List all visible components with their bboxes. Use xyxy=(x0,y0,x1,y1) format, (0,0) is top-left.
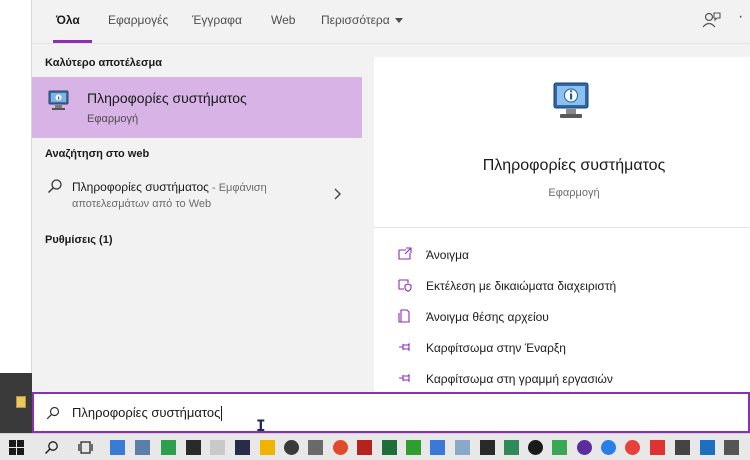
action-run-as-admin-label: Εκτέλεση με δικαιώματα διαχειριστή xyxy=(426,279,617,293)
active-tab-indicator xyxy=(53,40,92,43)
settings-header[interactable]: Ρυθμίσεις (1) xyxy=(45,234,113,246)
tab-more-label: Περισσότερα xyxy=(321,13,390,27)
taskbar-app-icon[interactable] xyxy=(406,440,421,455)
tab-all[interactable]: Όλα xyxy=(56,13,80,27)
taskbar-app-icon[interactable] xyxy=(455,440,470,455)
best-match-title: Πληροφορίες συστήματος xyxy=(87,90,247,106)
result-preview-pane: Πληροφορίες συστήματος Εφαρμογή Άνοιγμα … xyxy=(374,57,750,392)
action-pin-to-taskbar-label: Καρφίτσωμα στη γραμμή εργασιών xyxy=(426,372,613,386)
taskbar-app-icon[interactable] xyxy=(235,440,250,455)
action-open-file-location[interactable]: Άνοιγμα θέσης αρχείου xyxy=(398,308,738,328)
taskbar-app-icon[interactable] xyxy=(284,440,299,455)
taskbar-app-icon[interactable] xyxy=(650,440,665,455)
action-pin-to-taskbar[interactable]: Καρφίτσωμα στη γραμμή εργασιών xyxy=(398,370,738,390)
system-information-large-icon xyxy=(553,82,589,118)
chevron-right-icon[interactable] xyxy=(332,188,342,200)
taskbar-app-icon[interactable] xyxy=(308,440,323,455)
desktop-edge xyxy=(0,0,32,392)
tab-documents[interactable]: Έγγραφα xyxy=(192,13,242,27)
feedback-icon[interactable] xyxy=(700,10,722,32)
open-icon xyxy=(398,247,412,260)
taskbar-app-icon[interactable] xyxy=(504,440,519,455)
desktop-folder-icon[interactable] xyxy=(16,396,26,408)
folder-icon[interactable] xyxy=(260,440,275,455)
taskbar-app-icon[interactable] xyxy=(186,440,201,455)
taskbar-app-icon[interactable] xyxy=(528,440,543,455)
taskbar-app-icon[interactable] xyxy=(135,440,150,455)
taskbar-app-icon[interactable] xyxy=(700,440,715,455)
best-match-header: Καλύτερο αποτέλεσμα xyxy=(45,57,163,69)
taskbar-app-icon[interactable] xyxy=(430,440,445,455)
taskbar-app-icon[interactable] xyxy=(161,440,176,455)
pin-icon xyxy=(399,342,410,352)
taskbar-app-icon[interactable] xyxy=(724,440,739,455)
windows-start-icon[interactable] xyxy=(9,440,24,455)
search-icon[interactable] xyxy=(44,440,59,455)
action-open[interactable]: Άνοιγμα xyxy=(398,246,738,266)
preview-type: Εφαρμογή xyxy=(548,187,600,199)
action-pin-to-start[interactable]: Καρφίτσωμα στην Έναρξη xyxy=(398,339,738,359)
taskbar-app-icon[interactable] xyxy=(110,440,125,455)
taskbar-app-icon[interactable] xyxy=(552,440,567,455)
system-information-icon xyxy=(48,90,69,110)
web-search-hint-line2: αποτελεσμάτων από το Web xyxy=(72,198,212,210)
action-open-label: Άνοιγμα xyxy=(426,248,469,262)
results-list: Καλύτερο αποτέλεσμα Πληροφορίες συστήματ… xyxy=(32,44,362,392)
action-open-file-location-label: Άνοιγμα θέσης αρχείου xyxy=(426,310,549,324)
taskbar-app-icon[interactable] xyxy=(675,440,690,455)
tab-web[interactable]: Web xyxy=(271,13,295,27)
search-icon xyxy=(48,179,62,194)
run-as-admin-icon xyxy=(398,279,412,292)
best-match-item[interactable]: Πληροφορίες συστήματος Εφαρμογή xyxy=(32,77,362,138)
pin-icon xyxy=(399,373,410,383)
file-location-icon xyxy=(398,309,410,323)
text-caret xyxy=(221,406,223,422)
taskbar-app-icon[interactable] xyxy=(333,440,348,455)
tab-more[interactable]: Περισσότερα xyxy=(321,13,403,27)
web-search-text: Πληροφορίες συστήματος - Εμφάνιση xyxy=(72,180,267,194)
taskbar-app-icon[interactable] xyxy=(382,440,397,455)
filter-tabs-bar: Όλα Εφαρμογές Έγγραφα Web Περισσότερα · xyxy=(32,0,750,44)
search-icon xyxy=(46,406,60,420)
web-search-hint: - Εμφάνιση xyxy=(208,182,267,194)
best-match-type: Εφαρμογή xyxy=(87,113,139,125)
taskbar-app-icon[interactable] xyxy=(601,440,616,455)
taskbar-app-icon[interactable] xyxy=(480,440,495,455)
taskbar xyxy=(0,433,750,460)
action-pin-to-start-label: Καρφίτσωμα στην Έναρξη xyxy=(426,341,566,355)
taskbar-app-icon[interactable] xyxy=(577,440,592,455)
search-input-value: Πληροφορίες συστήματος xyxy=(72,405,221,420)
preview-divider xyxy=(374,227,750,228)
taskbar-app-icon[interactable] xyxy=(625,440,640,455)
preview-title: Πληροφορίες συστήματος xyxy=(482,157,666,174)
task-view-icon[interactable] xyxy=(78,440,93,455)
action-run-as-admin[interactable]: Εκτέλεση με δικαιώματα διαχειριστή xyxy=(398,277,738,297)
more-options-icon[interactable]: · xyxy=(738,8,743,26)
chevron-down-icon xyxy=(394,18,403,24)
web-search-header: Αναζήτηση στο web xyxy=(45,148,150,160)
taskbar-app-icon[interactable] xyxy=(357,440,372,455)
speaker-icon[interactable] xyxy=(210,440,225,455)
start-search-panel: Όλα Εφαρμογές Έγγραφα Web Περισσότερα · … xyxy=(32,0,750,392)
search-box[interactable]: Πληροφορίες συστήματος xyxy=(32,392,750,433)
web-search-item[interactable]: Πληροφορίες συστήματος - Εμφάνιση αποτελ… xyxy=(32,172,362,218)
tab-apps[interactable]: Εφαρμογές xyxy=(108,13,168,27)
search-input[interactable]: Πληροφορίες συστήματος xyxy=(72,405,223,422)
web-search-query: Πληροφορίες συστήματος xyxy=(72,180,209,194)
